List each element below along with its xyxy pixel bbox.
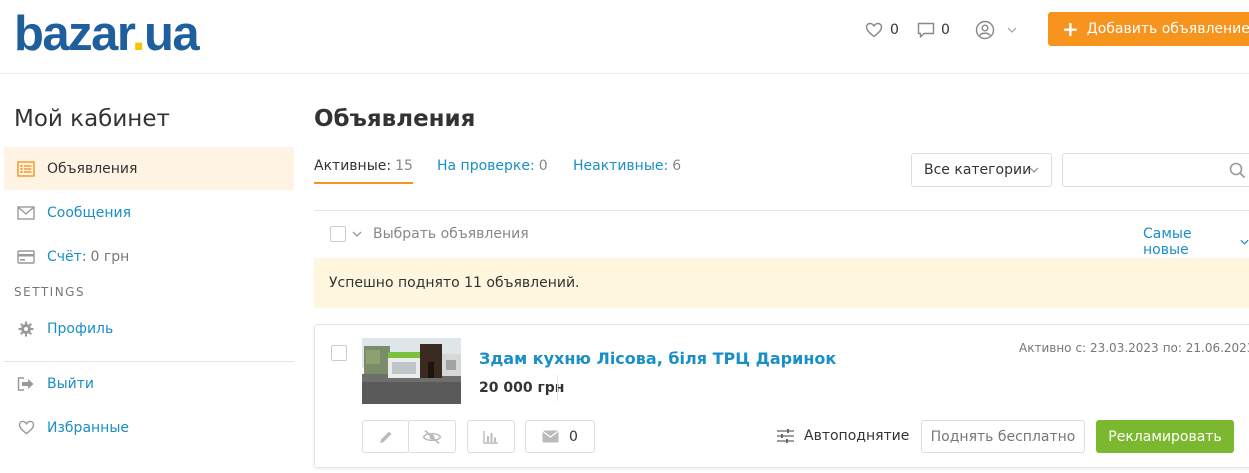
- promote-label: Рекламировать: [1108, 428, 1222, 445]
- select-listings-label[interactable]: Выбрать объявления: [373, 226, 529, 242]
- divider: [314, 210, 1249, 211]
- stats-button[interactable]: [467, 420, 515, 453]
- tab-label: Активные:: [314, 158, 392, 174]
- list-icon: [16, 159, 36, 179]
- tab-count: 15: [395, 158, 413, 174]
- listing-title[interactable]: Здам кухню Лісова, біля ТРЦ Даринок: [479, 349, 836, 368]
- settings-section-label: SETTINGS: [14, 285, 86, 299]
- price-separator: [557, 375, 558, 401]
- plus-icon: +: [1062, 17, 1079, 41]
- sidebar-item-label: Выйти: [47, 375, 95, 392]
- success-banner: Успешно поднято 11 объявлений.: [314, 258, 1249, 308]
- heart-icon: [16, 418, 36, 438]
- sidebar-item-profile[interactable]: Профиль: [4, 307, 294, 350]
- tab-count: 6: [672, 158, 682, 174]
- category-select[interactable]: Все категории: [911, 153, 1052, 187]
- sidebar-item-messages[interactable]: Сообщения: [4, 191, 294, 234]
- hide-button[interactable]: [408, 420, 456, 453]
- add-listing-label: Добавить объявление: [1086, 21, 1249, 37]
- user-icon: [975, 20, 995, 40]
- listing-price: 20 000 грн: [479, 380, 565, 396]
- messages-link[interactable]: 0: [917, 19, 950, 41]
- category-select-value: Все категории: [924, 162, 1032, 178]
- account-balance: 0 грн: [90, 248, 130, 265]
- logout-icon: [16, 374, 36, 394]
- listing-thumbnail[interactable]: [362, 338, 461, 404]
- logo[interactable]: bazar.ua: [14, 6, 200, 62]
- search-icon[interactable]: [1229, 162, 1246, 179]
- envelope-icon: [542, 430, 559, 443]
- tab-label: На проверке:: [437, 158, 535, 174]
- autoup-label: Автоподнятие: [804, 428, 910, 444]
- message-count: 0: [569, 428, 578, 445]
- autoup-button[interactable]: Автоподнятие: [777, 428, 909, 444]
- card-icon: [16, 247, 36, 267]
- sort-select[interactable]: Самые новые: [1143, 226, 1249, 258]
- tab-inactive[interactable]: Неактивные: 6: [573, 158, 681, 174]
- sidebar-title: Мой кабинет: [14, 106, 170, 132]
- free-bump-button[interactable]: Поднять бесплатно: [921, 420, 1085, 453]
- sidebar-item-label: Объявления: [47, 160, 138, 177]
- sidebar-item-label: Сообщения: [47, 204, 132, 221]
- tab-label: Неактивные:: [573, 158, 669, 174]
- listing-checkbox[interactable]: [331, 345, 347, 361]
- search-box: [1062, 153, 1249, 187]
- select-all-checkbox[interactable]: [330, 226, 346, 242]
- envelope-icon: [16, 203, 36, 223]
- listing-status: Активно с: 23.03.2023 по: 21.06.2023: [1019, 341, 1249, 355]
- status-from: с: 23.03.2023: [1075, 341, 1159, 355]
- sidebar-item-listings[interactable]: Объявления: [4, 147, 294, 190]
- chat-icon: [917, 22, 935, 38]
- add-listing-button[interactable]: + Добавить объявление: [1048, 12, 1249, 46]
- sort-label: Самые новые: [1143, 226, 1192, 258]
- favorites-link[interactable]: 0: [865, 19, 899, 41]
- sidebar-item-label: Счёт:: [47, 248, 87, 265]
- chevron-down-icon: [1029, 167, 1039, 173]
- chevron-down-icon: [1007, 27, 1017, 33]
- tab-count: 0: [538, 158, 548, 174]
- sidebar-item-logout[interactable]: Выйти: [4, 362, 294, 405]
- favorites-count: 0: [890, 22, 899, 38]
- success-message: Успешно поднято 11 объявлений.: [329, 275, 580, 291]
- promote-button[interactable]: Рекламировать: [1096, 420, 1234, 453]
- logo-main: bazar: [14, 7, 133, 61]
- sidebar-item-label: Избранные: [47, 419, 129, 436]
- heart-icon: [865, 22, 883, 38]
- pencil-icon: [379, 431, 391, 443]
- bar-chart-icon: [483, 430, 498, 444]
- logo-dot: .: [131, 7, 146, 61]
- chevron-down-icon: [1240, 239, 1249, 245]
- logo-tld: ua: [143, 7, 200, 61]
- user-menu[interactable]: [975, 19, 1017, 41]
- search-input[interactable]: [1071, 154, 1231, 184]
- status-to: по: 21.06.2023: [1162, 341, 1249, 355]
- chevron-down-icon[interactable]: [352, 228, 362, 240]
- eye-slash-icon: [422, 429, 442, 444]
- sidebar-item-favorites[interactable]: Избранные: [4, 406, 294, 449]
- gear-icon: [16, 319, 36, 339]
- sliders-icon: [777, 429, 794, 443]
- tab-review[interactable]: На проверке: 0: [437, 158, 548, 174]
- status-label: Активно: [1019, 341, 1072, 355]
- messages-button[interactable]: 0: [525, 420, 595, 453]
- messages-count: 0: [941, 22, 950, 38]
- edit-button[interactable]: [362, 420, 409, 453]
- sidebar-item-label: Профиль: [47, 320, 114, 337]
- tab-active[interactable]: Активные: 15: [314, 158, 413, 184]
- page-title: Объявления: [314, 106, 476, 132]
- sidebar-item-account[interactable]: Счёт: 0 грн: [4, 235, 294, 278]
- listing-card: Здам кухню Лісова, біля ТРЦ Даринок 20 0…: [314, 324, 1249, 468]
- header: bazar.ua 0 0 + Добавить объявление: [0, 0, 1249, 74]
- free-bump-label: Поднять бесплатно: [930, 428, 1076, 445]
